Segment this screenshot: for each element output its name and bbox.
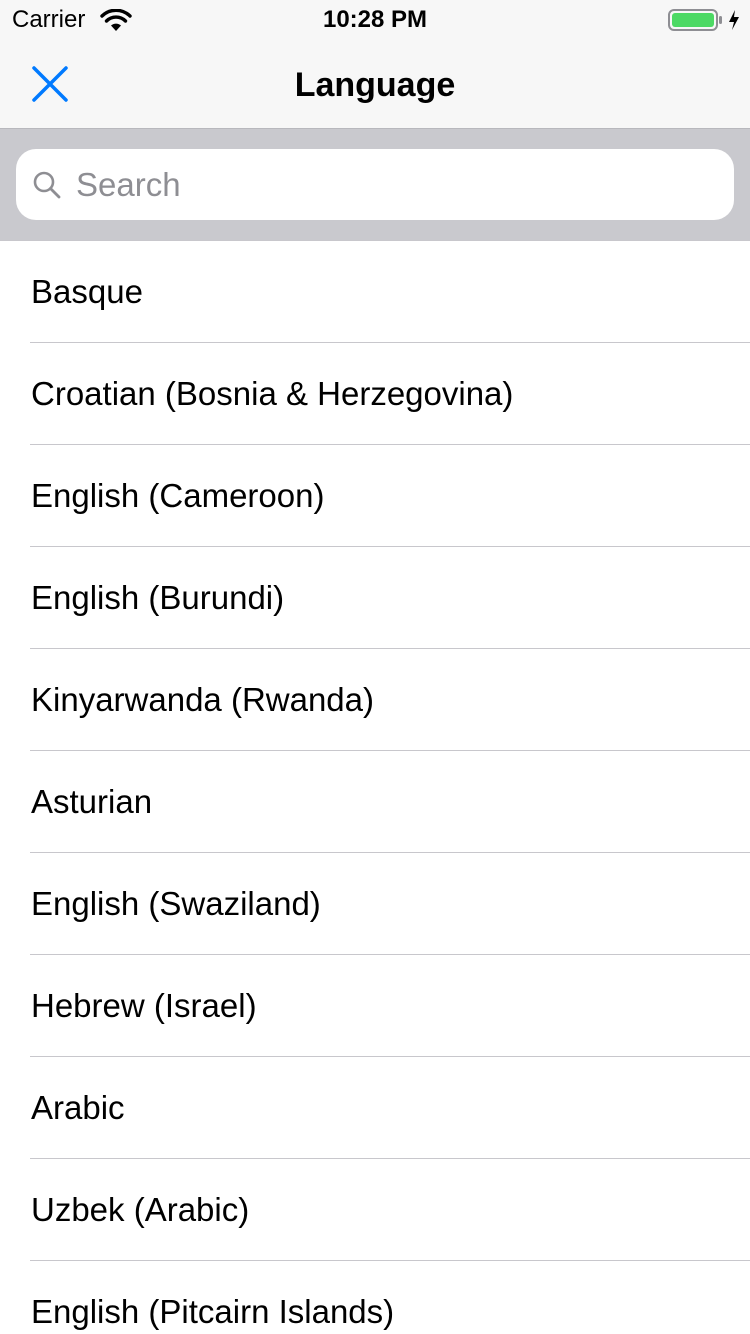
list-item[interactable]: Croatian (Bosnia & Herzegovina) bbox=[0, 343, 750, 445]
list-item-label: Basque bbox=[31, 273, 143, 310]
battery-icon bbox=[668, 9, 722, 31]
list-item-label: English (Swaziland) bbox=[31, 885, 321, 922]
navigation-bar: Language bbox=[0, 40, 750, 128]
search-field[interactable] bbox=[16, 149, 734, 220]
list-item-label: English (Pitcairn Islands) bbox=[31, 1293, 395, 1330]
charging-bolt-icon bbox=[729, 10, 739, 30]
page-title: Language bbox=[294, 66, 456, 104]
search-input[interactable] bbox=[76, 165, 696, 204]
search-bar bbox=[0, 128, 750, 240]
list-item[interactable]: English (Swaziland) bbox=[0, 853, 750, 955]
list-item[interactable]: Kinyarwanda (Rwanda) bbox=[0, 649, 750, 751]
language-list: Basque Croatian (Bosnia & Herzegovina) E… bbox=[0, 240, 750, 1334]
list-item-label: Asturian bbox=[31, 783, 153, 820]
list-item-label: Uzbek (Arabic) bbox=[31, 1191, 250, 1228]
list-item-label: Kinyarwanda (Rwanda) bbox=[31, 681, 375, 718]
search-icon bbox=[33, 171, 61, 198]
status-bar: Carrier 10:28 PM bbox=[0, 0, 750, 40]
list-item[interactable]: Asturian bbox=[0, 751, 750, 853]
list-item-label: Arabic bbox=[31, 1089, 125, 1126]
list-item[interactable]: English (Cameroon) bbox=[0, 445, 750, 547]
status-time: 10:28 PM bbox=[322, 6, 428, 33]
list-item[interactable]: Hebrew (Israel) bbox=[0, 955, 750, 1057]
list-item-label: Hebrew (Israel) bbox=[31, 987, 257, 1024]
list-item[interactable]: Arabic bbox=[0, 1057, 750, 1159]
list-item-label: English (Burundi) bbox=[31, 579, 285, 616]
list-item[interactable]: Basque bbox=[0, 241, 750, 343]
list-item[interactable]: Uzbek (Arabic) bbox=[0, 1159, 750, 1261]
list-item-label: English (Cameroon) bbox=[31, 477, 325, 514]
list-item[interactable]: English (Pitcairn Islands) bbox=[0, 1261, 750, 1334]
list-item-label: Croatian (Bosnia & Herzegovina) bbox=[31, 375, 514, 412]
list-item[interactable]: English (Burundi) bbox=[0, 547, 750, 649]
